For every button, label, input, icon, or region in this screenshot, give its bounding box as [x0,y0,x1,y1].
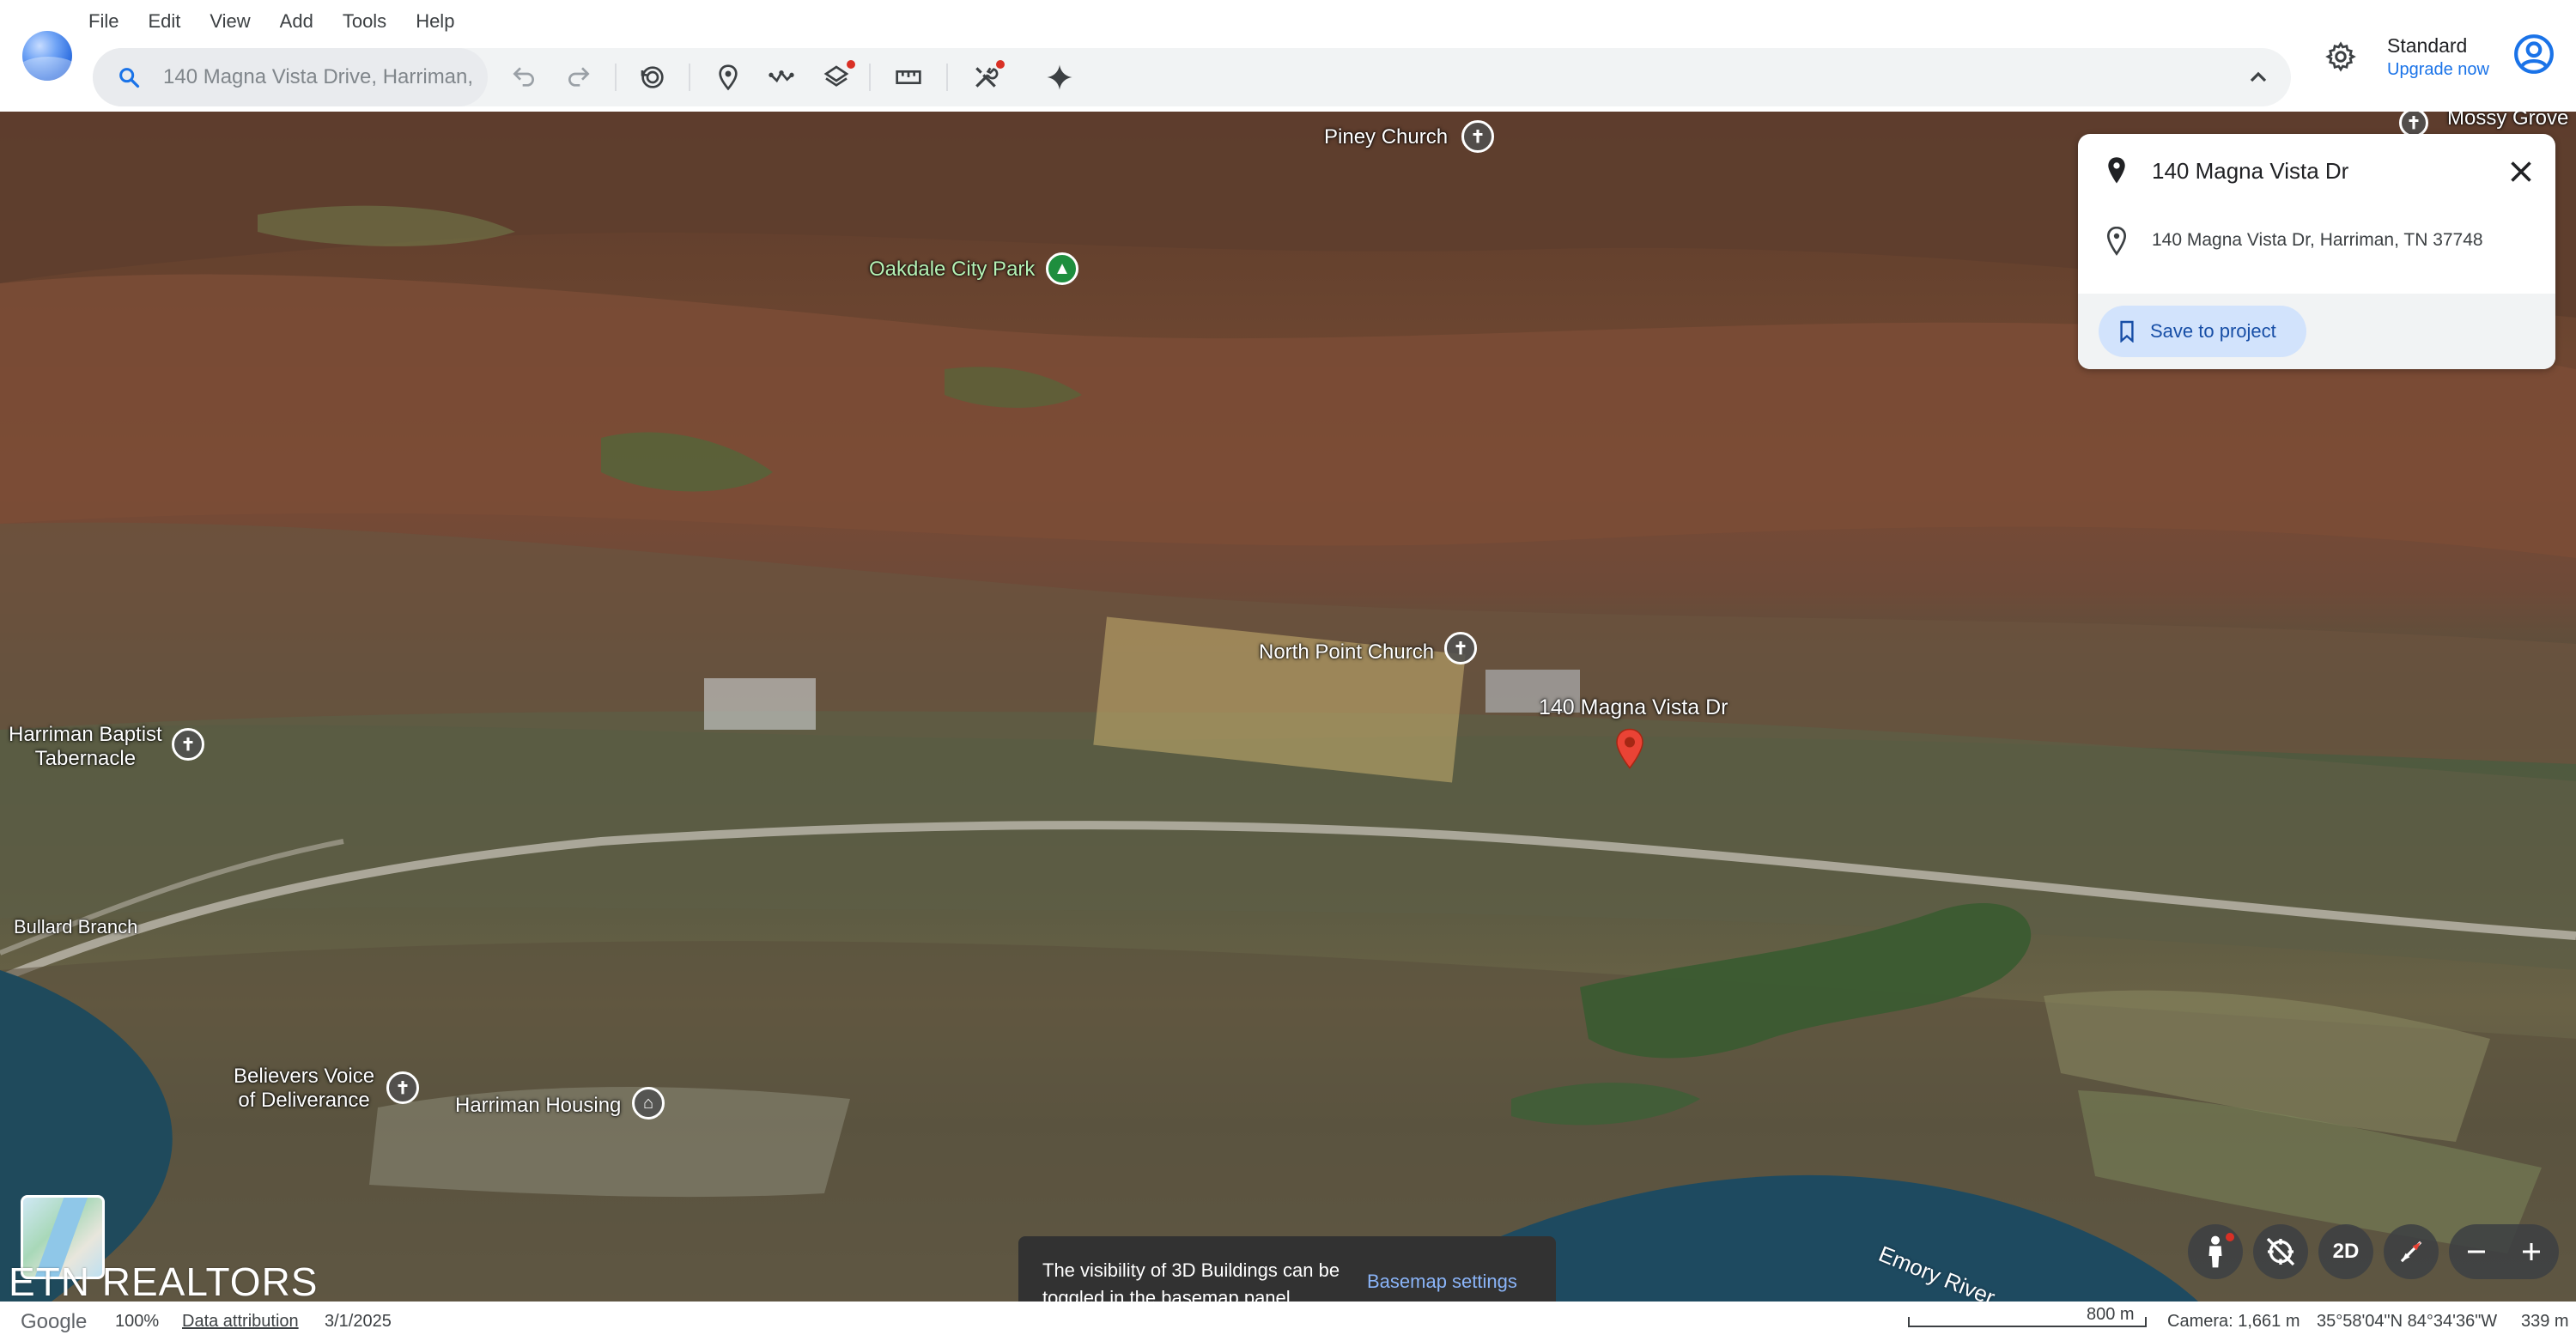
tools-icon [975,67,999,88]
toolbar-divider [689,64,690,91]
toolbar [93,48,2291,106]
church-poi-icon[interactable]: ✝ [1461,120,1494,153]
redo-icon [568,67,590,87]
google-earth-logo[interactable] [22,31,72,81]
search-icon[interactable] [117,65,141,89]
map-label-selected-place[interactable]: 140 Magna Vista Dr [1539,695,1728,719]
map-label-bullard-branch[interactable]: Bullard Branch [14,915,137,939]
toolbar-divider [946,64,948,91]
historical-imagery-icon [641,66,664,88]
ruler-icon [896,70,921,84]
placemark-icon [719,64,738,91]
toolbar-divider [615,64,617,91]
update-dot [996,60,1005,69]
search-box [93,48,488,106]
scale-bar [1908,1317,2147,1327]
data-attribution-link[interactable]: Data attribution [182,1312,299,1332]
save-to-project-label: Save to project [2150,320,2276,342]
pegman-icon [2208,1235,2222,1268]
place-title: 140 Magna Vista Dr [2152,158,2349,184]
add-path-button[interactable] [764,60,799,94]
view-2d-toggle-button[interactable]: 2D [2318,1224,2373,1279]
collapse-chevron-icon [2250,71,2267,82]
update-dot [847,60,855,69]
view-toggle-label: 2D [2332,1240,2360,1263]
map-label-believers-voice[interactable]: Believers Voice of Deliverance [234,1065,374,1113]
compass-icon [2400,1241,2422,1263]
redo-button[interactable] [562,60,596,94]
map-label-piney-church[interactable]: Piney Church [1324,125,1448,149]
menu-edit[interactable]: Edit [133,9,195,36]
map-label-line: Harriman Baptist [9,723,162,746]
account-icon[interactable] [2512,33,2555,76]
collapse-toolbar-button[interactable] [2241,60,2275,94]
update-dot [2226,1233,2234,1241]
google-logo: Google [21,1310,88,1333]
building-poi-icon[interactable]: ⌂ [632,1087,665,1120]
status-bar: Google 100% Data attribution 3/1/2025 80… [0,1302,2576,1341]
map-label-harriman-housing[interactable]: Harriman Housing [455,1094,621,1118]
historical-imagery-button[interactable] [635,60,670,94]
zoom-in-button[interactable] [2504,1224,2559,1279]
place-card: 140 Magna Vista Dr 140 Magna Vista Dr, H… [2078,134,2555,369]
gear-icon [2325,41,2356,72]
search-input[interactable] [163,58,483,96]
map-label-harriman-baptist[interactable]: Harriman Baptist Tabernacle [9,723,162,771]
map-label-mossy-grove[interactable]: Mossy Grove [2447,112,2568,130]
map-label-north-point-church[interactable]: North Point Church [1259,640,1434,664]
tools-button[interactable] [969,60,1005,94]
church-poi-icon[interactable]: ✝ [1444,632,1477,664]
selected-location-pin-icon[interactable] [1614,728,1645,769]
settings-button[interactable] [2322,38,2360,76]
menu-tools[interactable]: Tools [328,9,401,36]
add-placemark-button[interactable] [711,60,745,94]
menu-file[interactable]: File [74,9,133,36]
park-poi-icon[interactable]: ▲ [1046,252,1078,285]
menu-help[interactable]: Help [401,9,469,36]
menu-add[interactable]: Add [265,9,328,36]
map-label-oakdale-park[interactable]: Oakdale City Park [869,258,1035,282]
gemini-spark-icon [1047,64,1072,90]
menu-bar: File Edit View Add Tools Help [74,9,469,36]
measure-button[interactable] [891,60,926,94]
gemini-button[interactable] [1042,60,1077,94]
church-poi-icon[interactable]: ✝ [172,728,204,761]
map-label-line: of Deliverance [238,1089,370,1112]
upgrade-link[interactable]: Upgrade now [2387,60,2489,80]
map-layers-button[interactable] [819,60,855,94]
layers-icon [823,65,849,87]
menu-view[interactable]: View [195,9,264,36]
place-address[interactable]: 140 Magna Vista Dr, Harriman, TN 37748 [2152,230,2483,251]
camera-altitude: Camera: 1,661 m [2167,1312,2300,1331]
undo-button[interactable] [507,60,541,94]
compass-button[interactable] [2384,1224,2439,1279]
map-label-line: Believers Voice [234,1065,375,1088]
cursor-coordinates: 35°58'04"N 84°34'36"W [2317,1312,2498,1331]
zoom-percentage: 100% [115,1312,160,1331]
watermark-text: ETN REALTORS [9,1259,319,1304]
basemap-settings-link[interactable]: Basemap settings [1367,1271,1517,1293]
toolbar-divider [869,64,871,91]
path-icon [769,70,794,83]
close-icon[interactable] [2506,156,2537,187]
tilt-off-icon [2266,1237,2295,1266]
top-app-bar: File Edit View Add Tools Help 140 Magna … [0,0,2576,112]
address-pin-icon [2106,227,2127,256]
zoom-out-icon [2468,1250,2485,1253]
zoom-in-icon [2523,1243,2540,1260]
zoom-out-button[interactable] [2449,1224,2504,1279]
undo-icon [513,67,534,87]
plan-name: Standard [2387,34,2468,57]
tilt-toggle-button[interactable] [2253,1224,2308,1279]
zoom-controls [2449,1224,2559,1279]
street-view-button[interactable] [2188,1224,2243,1279]
bookmark-icon [2120,320,2134,343]
elevation-readout: 339 m [2521,1312,2569,1331]
map-label-line: Tabernacle [34,747,137,770]
save-to-project-button[interactable]: Save to project [2099,306,2306,357]
imagery-date: 3/1/2025 [325,1312,392,1331]
church-poi-icon[interactable]: ✝ [386,1071,419,1104]
place-pin-icon [2108,157,2125,184]
